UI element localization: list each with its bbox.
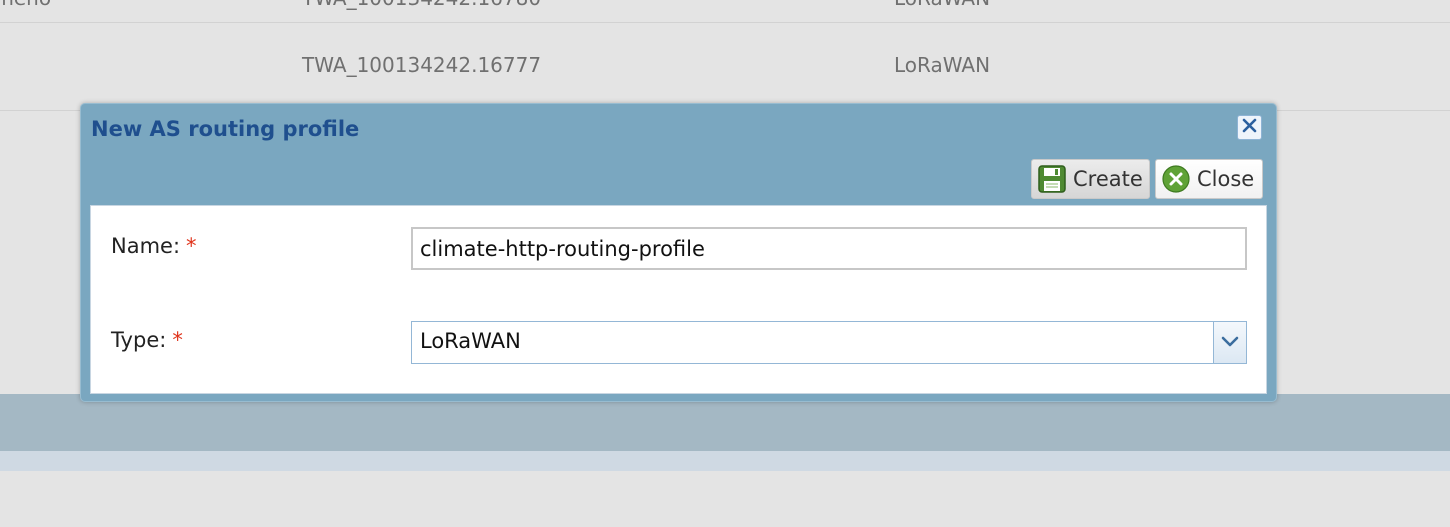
required-marker: * <box>172 328 183 352</box>
required-marker: * <box>186 234 197 258</box>
type-label-text: Type: <box>111 328 167 352</box>
routing-profile-dialog: New AS routing profile Create Close Name… <box>80 103 1277 402</box>
type-select-value: LoRaWAN <box>420 329 521 353</box>
cancel-circle-icon <box>1161 164 1191 194</box>
background-strip <box>0 451 1450 471</box>
dialog-title: New AS routing profile <box>91 117 360 141</box>
form-panel: Name:* Type:* LoRaWAN <box>90 205 1267 394</box>
close-button-label: Close <box>1197 167 1255 191</box>
type-label: Type: * <box>111 328 183 352</box>
table-cell: TWA_100134242.16777 <box>302 53 542 77</box>
select-dropdown-button[interactable] <box>1213 322 1246 363</box>
name-label: Name: * <box>111 234 197 258</box>
background-toolbar <box>0 394 1450 451</box>
dialog-close-button[interactable] <box>1237 115 1262 140</box>
close-button[interactable]: Close <box>1155 159 1263 199</box>
create-button-label: Create <box>1073 167 1143 191</box>
save-icon <box>1037 164 1067 194</box>
table-cell: LoRaWAN <box>894 0 990 10</box>
close-icon <box>1241 117 1258 138</box>
table-row[interactable]: TWA_100134242.16777 LoRaWAN <box>0 44 1450 111</box>
table-row[interactable]: uaaneno TWA_100134242.16780 LoRaWAN <box>0 0 1450 23</box>
create-button[interactable]: Create <box>1031 159 1150 199</box>
chevron-down-icon <box>1221 333 1239 352</box>
table-cell: uaaneno <box>0 0 51 10</box>
table-cell: LoRaWAN <box>894 53 991 77</box>
table-cell: TWA_100134242.16780 <box>302 0 541 10</box>
type-select[interactable]: LoRaWAN <box>411 321 1247 364</box>
name-label-text: Name: <box>111 234 181 258</box>
name-field[interactable] <box>411 227 1247 270</box>
